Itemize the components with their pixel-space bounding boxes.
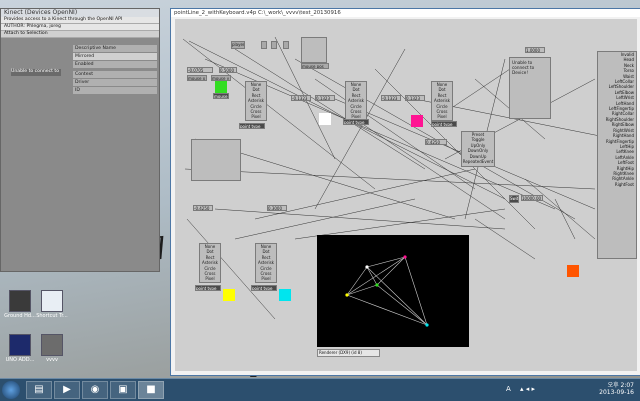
iobox-mouse-pos-value[interactable] (301, 37, 327, 63)
media-player-icon[interactable]: ▶ (54, 381, 80, 399)
unable-message: Unable to connect to Device! (509, 57, 551, 119)
node-player[interactable]: player (231, 41, 245, 49)
iobox-value-10[interactable]: -0.4250 (193, 205, 213, 211)
node-small-1[interactable] (261, 41, 267, 49)
desktop-icon-vvvv[interactable]: vvvv (36, 334, 68, 363)
iobox-value-1[interactable]: -0.0705 (187, 67, 213, 73)
pin-driver[interactable]: Driver (73, 79, 157, 86)
point-type-list-3[interactable]: None Dot Rect Asterisk Circle Cross Pixel (431, 81, 453, 121)
terminal-icon[interactable]: ▣ (110, 381, 136, 399)
iobox-value-7[interactable]: 1.0000 (525, 47, 545, 53)
pin-id[interactable]: ID (73, 87, 157, 94)
node-small-2[interactable] (271, 41, 277, 49)
uno-icon (9, 334, 31, 356)
skeleton-preview (345, 255, 429, 327)
start-button[interactable] (2, 381, 20, 399)
pin-context[interactable]: Context (73, 71, 157, 78)
color-swatch-white[interactable] (319, 113, 331, 125)
color-swatch-yellow[interactable] (223, 289, 235, 301)
desktop-icon-shortcut[interactable]: Shortcut Tr... (36, 290, 68, 319)
pin-descriptive-name[interactable]: Descriptive Name (73, 45, 157, 52)
iobox-value-4[interactable]: 0.1323 (315, 95, 335, 101)
node-mouse-label[interactable]: mouse (213, 93, 229, 99)
node-mouse-x[interactable]: mouse x (187, 75, 207, 81)
preset-list[interactable]: Preset Toggle UpOnly DownOnly DownUp Repeat… (461, 131, 495, 167)
node-small-3[interactable] (283, 41, 289, 49)
inspector-description: Provides access to a Kinect through the … (1, 17, 159, 24)
color-swatch-green[interactable] (215, 81, 227, 93)
vvvv-icon[interactable]: ■ (138, 381, 164, 399)
color-swatch-pink[interactable] (411, 115, 423, 127)
clock[interactable]: 오후 2:07 2013-09-16 (599, 382, 634, 396)
node-point-type-4[interactable]: point type (195, 285, 221, 291)
inspector-title[interactable]: Kinect (Devices OpenNI) (1, 9, 159, 17)
joint-list[interactable]: Invalid Head Neck Torso Waist LeftCollar Le… (597, 51, 637, 259)
node-mouse-pos[interactable]: mouse pos (301, 63, 329, 69)
status-unable: Unable to connect to (11, 69, 61, 76)
iobox-value-3[interactable]: -0.1323 (291, 95, 311, 101)
iobox-value-5[interactable]: -0.1323 (381, 95, 401, 101)
iobox-value-2[interactable]: 0.5000 (219, 67, 237, 73)
clock-time: 오후 2:07 (607, 382, 634, 389)
node-point-type-2[interactable]: point type (343, 119, 369, 125)
color-swatch-cyan[interactable] (279, 289, 291, 301)
point-type-list-5[interactable]: None Dot Rect Asterisk Circle Cross Pixel (255, 243, 277, 283)
taskbar: ▤ ▶ ◉ ▣ ■ A ▴ ◂ ▸ 오후 2:07 2013-09-16 (0, 378, 640, 401)
chrome-icon[interactable]: ◉ (82, 381, 108, 399)
color-swatch-orange[interactable] (567, 265, 579, 277)
node-point-type-5[interactable]: point type (251, 285, 277, 291)
node-switch[interactable]: Switch (509, 195, 519, 203)
explorer-icon[interactable]: ▤ (26, 381, 52, 399)
point-type-list-2[interactable]: None Dot Rect Asterisk Circle Cross Pixel (345, 81, 367, 121)
iobox-value-8[interactable]: 0.4250 (425, 139, 447, 145)
node-point-type-1[interactable]: point type (239, 123, 265, 129)
patch-window-title[interactable]: pointLine_2_withKeyboard.v4p C:\_work\_v… (171, 9, 640, 17)
iobox-panel-left[interactable] (191, 139, 241, 181)
clock-date: 2013-09-16 (599, 389, 634, 396)
desktop-icon-ground[interactable]: Ground Hd... (4, 290, 36, 319)
inspector-window[interactable]: Kinect (Devices OpenNI) Provides access … (0, 8, 160, 272)
point-type-list-1[interactable]: None Dot Rect Asterisk Circle Cross Pixel (245, 81, 267, 121)
pin-mirrored[interactable]: Mirrored (73, 53, 157, 60)
vvvv-patch-window[interactable]: pointLine_2_withKeyboard.v4p C:\_work\_v… (170, 8, 640, 376)
patch-canvas[interactable]: player mouse pos -0.0705 0.5000 mouse x … (175, 19, 637, 371)
renderer-view[interactable] (317, 235, 469, 347)
iobox-value-11[interactable]: 0.3000 (267, 205, 287, 211)
desktop-icon-uno[interactable]: UNO ADD... (4, 334, 36, 363)
attach-to-selection[interactable]: Attach to Selection (1, 31, 159, 38)
tray-lang[interactable]: A (506, 385, 511, 393)
pin-enabled[interactable]: Enabled (73, 61, 157, 68)
point-type-list-4[interactable]: None Dot Rect Asterisk Circle Cross Pixel (199, 243, 221, 283)
shortcut-icon (41, 290, 63, 312)
renderer-label: Renderer (DX9) (id 8) (317, 349, 380, 357)
tray-icons[interactable]: ▴ ◂ ▸ (520, 385, 535, 393)
ground-icon (9, 290, 31, 312)
inspector-author: AUTHOR: Phlegma, joreg (1, 24, 159, 31)
iobox-value-9[interactable]: 10000.00 (521, 195, 543, 201)
iobox-value-6[interactable]: 0.1323 (405, 95, 425, 101)
node-point-type-3[interactable]: point type (431, 121, 457, 127)
vvvv-shortcut-icon (41, 334, 63, 356)
